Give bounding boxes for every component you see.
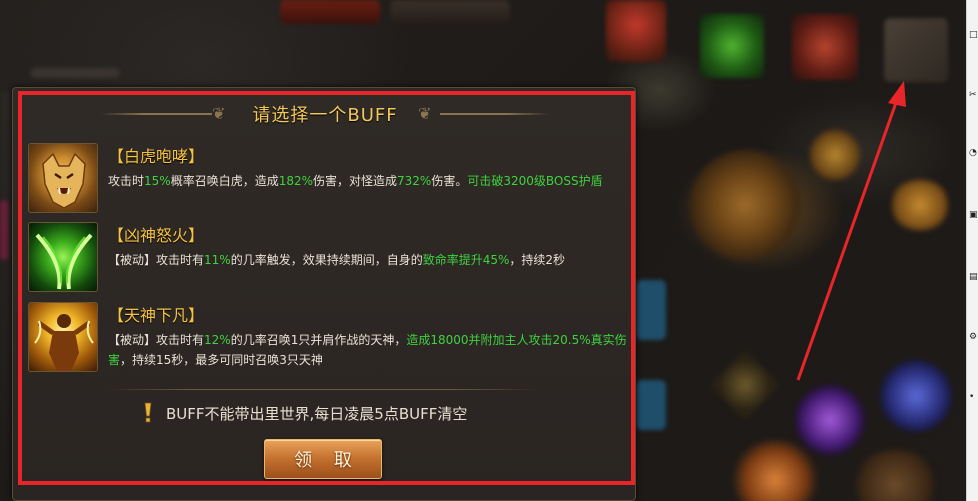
side-icon-6[interactable]: ⚙ [969,332,978,344]
bg-side-tab [0,200,8,260]
title-ornament-left: ❦ [212,104,226,123]
title-divider-left [100,113,212,115]
golden-deity-icon[interactable] [28,302,98,372]
side-icon-2[interactable]: ✂ [969,90,978,102]
bg-bar-1 [636,280,666,340]
buff-description: 【被动】攻击时有12%的几率召唤1只并肩作战的天神，造成18000并附加主人攻击… [108,333,627,367]
bg-bar-2 [636,380,666,430]
side-icon-3[interactable]: ◔ [969,148,978,160]
buff-description: 攻击时15%概率召唤白虎，造成182%伤害，对怪造成732%伤害。可击破3200… [108,174,603,188]
bg-skill-slot-2 [700,14,764,78]
white-tiger-icon[interactable] [28,143,98,213]
bg-top-bar [30,68,120,78]
notice-text: BUFF不能带出里世界,每日凌晨5点BUFF清空 [166,404,468,423]
buff-name: 【凶神怒火】 [108,226,205,245]
dialog-title: 请选择一个BUFF [252,105,398,126]
bg-top-banner [280,0,380,24]
buff-description: 【被动】攻击时有11%的几率触发，效果持续期间，自身的致命率提升45%，持续2秒 [108,253,566,267]
bg-orb-1 [690,150,800,260]
bg-orb-bottom [730,440,820,501]
side-icon-4[interactable]: ▣ [969,210,978,222]
dialog-divider [106,389,538,390]
buff-option-fierce-wrath[interactable]: 【凶神怒火】 【被动】攻击时有11%的几率触发，效果持续期间，自身的致命率提升4… [28,222,628,294]
bg-skill-slot-1 [606,0,666,62]
green-blade-icon[interactable] [28,222,98,292]
title-divider-right [440,113,550,115]
bg-orb-bottom-2 [850,450,940,501]
buff-option-white-tiger[interactable]: 【白虎咆哮】 攻击时15%概率召唤白虎，造成182%伤害，对怪造成732%伤害。… [28,143,628,215]
dialog-title-bar: ❦ 请选择一个BUFF ❦ [100,100,550,128]
title-ornament-right: ❦ [418,104,432,123]
bg-diamond [709,349,781,421]
side-icon-5[interactable]: ▤ [969,272,978,284]
side-icon-1[interactable]: □ [969,30,978,42]
claim-button[interactable]: 领 取 [264,439,382,479]
side-toolbar: □ ✂ ◔ ▣ ▤ ⚙ • [966,0,978,501]
buff-name: 【白虎咆哮】 [108,147,205,166]
annotation-arrow-icon [796,81,906,381]
bg-orb-purple [795,385,865,455]
bg-top-banner-2 [390,0,510,24]
buff-name: 【天神下凡】 [108,306,205,325]
bg-skill-slot-4 [884,18,948,82]
side-icon-7[interactable]: • [969,392,978,404]
reset-notice: BUFF不能带出里世界,每日凌晨5点BUFF清空 [142,401,467,425]
buff-option-deity-descends[interactable]: 【天神下凡】 【被动】攻击时有12%的几率召唤1只并肩作战的天神，造成18000… [28,302,628,374]
bg-panel-left [0,90,12,500]
bg-skill-slot-3 [792,14,858,80]
exclamation-icon [142,402,154,424]
